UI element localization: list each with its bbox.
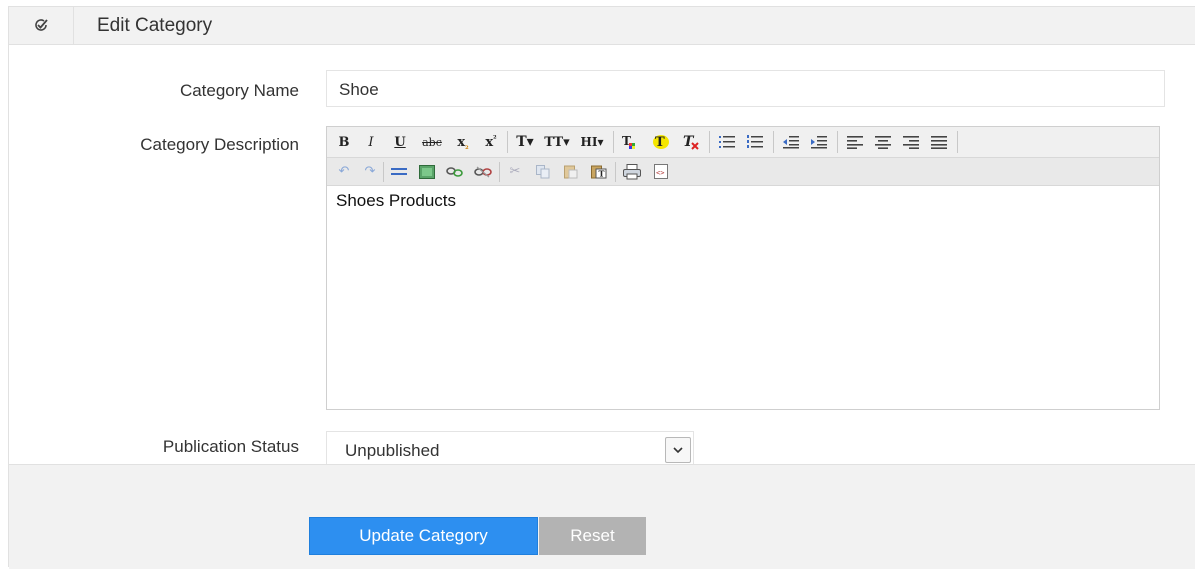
edit-category-panel: Edit Category Category Name Shoe Categor… xyxy=(8,6,1195,569)
text-color-button[interactable]: T xyxy=(617,127,643,157)
insert-image-button[interactable] xyxy=(415,158,439,185)
numbered-list-button[interactable] xyxy=(743,127,767,157)
svg-text:T: T xyxy=(599,169,605,179)
redo-icon: ↷ xyxy=(364,164,376,179)
justify-button[interactable] xyxy=(927,127,951,157)
redo-button[interactable]: ↷ xyxy=(359,158,381,185)
numbered-list-icon xyxy=(747,135,763,148)
toolbar-separator xyxy=(507,131,508,153)
align-center-icon xyxy=(875,135,891,149)
highlight-icon: T xyxy=(653,135,669,150)
panel-header: Edit Category xyxy=(9,7,1195,45)
chevron-down-icon[interactable] xyxy=(665,437,691,463)
justify-icon xyxy=(931,135,947,149)
toolbar-separator xyxy=(383,162,384,182)
page-title: Edit Category xyxy=(97,15,213,36)
editor-toolbar-row-2: ↶ ↷ ✂ T <> xyxy=(327,158,1159,186)
align-right-icon xyxy=(903,135,919,149)
outdent-icon xyxy=(783,136,799,149)
outdent-button[interactable] xyxy=(779,127,803,157)
subscript-button[interactable]: x₂ xyxy=(451,127,475,157)
copy-icon xyxy=(536,164,550,178)
clear-format-button[interactable]: T xyxy=(679,127,703,157)
reset-button[interactable]: Reset xyxy=(539,517,646,555)
indent-icon xyxy=(811,136,827,149)
category-description-label: Category Description xyxy=(140,135,299,154)
category-name-value: Shoe xyxy=(339,80,379,99)
source-code-icon: <> xyxy=(654,164,668,179)
insert-link-button[interactable] xyxy=(443,158,467,185)
editor-content[interactable]: Shoes Products xyxy=(336,191,456,211)
heading-button[interactable]: HI▾ xyxy=(575,127,609,157)
horizontal-rule-icon xyxy=(391,167,407,175)
update-category-button[interactable]: Update Category xyxy=(309,517,538,555)
print-icon xyxy=(623,163,641,179)
image-icon xyxy=(419,164,435,179)
svg-text:<>: <> xyxy=(656,169,664,177)
paste-text-button[interactable]: T xyxy=(587,158,611,185)
paste-button[interactable] xyxy=(559,158,583,185)
bullet-list-icon xyxy=(719,136,735,148)
paste-icon xyxy=(564,165,578,179)
bullet-list-button[interactable] xyxy=(715,127,739,157)
source-code-button[interactable]: <> xyxy=(649,158,673,185)
form-actions: Update Category Reset xyxy=(9,464,1195,569)
align-left-button[interactable] xyxy=(843,127,867,157)
align-left-icon xyxy=(847,135,863,149)
font-button[interactable]: T▾ xyxy=(511,127,539,157)
italic-button[interactable]: I xyxy=(361,127,381,157)
toolbar-separator xyxy=(957,131,958,153)
bold-button[interactable]: B xyxy=(333,127,355,157)
undo-button[interactable]: ↶ xyxy=(333,158,355,185)
publication-status-label: Publication Status xyxy=(162,437,299,456)
rich-text-editor[interactable]: B I U abc x₂ x² T▾ TT▾ HI▾ T T T ↶ ↷ ✂ T… xyxy=(326,126,1160,410)
category-name-label: Category Name xyxy=(179,81,299,100)
unlink-icon xyxy=(474,166,492,177)
toolbar-separator xyxy=(499,162,500,182)
underline-button[interactable]: U xyxy=(389,127,411,157)
unlink-button[interactable] xyxy=(471,158,495,185)
publication-status-value: Unpublished xyxy=(345,441,440,460)
indent-button[interactable] xyxy=(807,127,831,157)
superscript-button[interactable]: x² xyxy=(479,127,503,157)
toolbar-separator xyxy=(837,131,838,153)
clear-format-icon: T xyxy=(683,134,699,150)
paste-text-icon: T xyxy=(591,165,607,179)
undo-icon: ↶ xyxy=(338,164,350,179)
cut-button[interactable]: ✂ xyxy=(503,158,527,185)
horizontal-rule-button[interactable] xyxy=(387,158,411,185)
align-center-button[interactable] xyxy=(871,127,895,157)
print-button[interactable] xyxy=(619,158,645,185)
copy-button[interactable] xyxy=(531,158,555,185)
cut-icon: ✂ xyxy=(509,164,521,179)
svg-text:T: T xyxy=(655,135,665,150)
link-icon xyxy=(446,166,463,177)
strikethrough-button[interactable]: abc xyxy=(417,127,447,157)
edit-check-icon xyxy=(9,7,74,44)
category-name-input[interactable]: Shoe xyxy=(326,70,1165,107)
align-right-button[interactable] xyxy=(899,127,923,157)
text-color-icon: T xyxy=(622,134,635,149)
toolbar-separator xyxy=(709,131,710,153)
highlight-color-button[interactable]: T xyxy=(647,127,675,157)
toolbar-separator xyxy=(613,131,614,153)
toolbar-separator xyxy=(615,162,616,182)
toolbar-separator xyxy=(773,131,774,153)
editor-toolbar-row-1: B I U abc x₂ x² T▾ TT▾ HI▾ T T T xyxy=(327,127,1159,158)
font-size-button[interactable]: TT▾ xyxy=(541,127,573,157)
